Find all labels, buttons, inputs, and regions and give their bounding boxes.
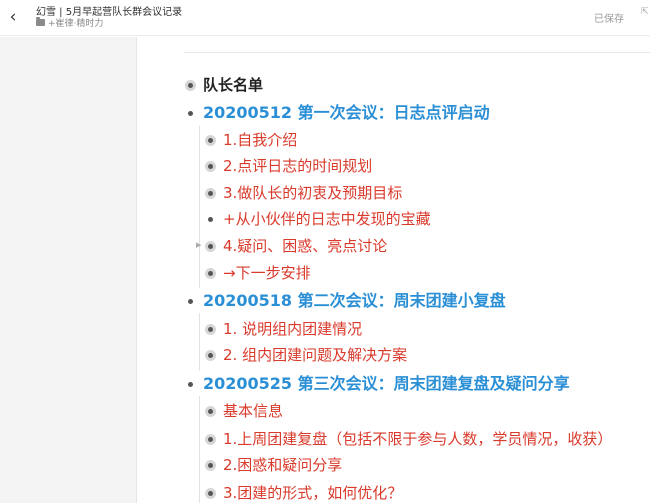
outline-item-text[interactable]: 2.点评日志的时间规划 [223,154,372,178]
indent-guide [199,313,200,371]
outline-item[interactable]: +从小伙伴的日志中发现的宝藏 [205,207,431,231]
outline-bullet-icon[interactable] [205,323,216,335]
outline-item-text[interactable]: 2.困惑和疑问分享 [223,453,342,477]
outline-item-text[interactable]: 1.上周团建复盘（包括不限于参与人数，学员情况，收获） [223,427,612,451]
outline-bullet-icon[interactable] [205,405,216,417]
document-path[interactable]: +崔律·精时力 [36,16,103,29]
outline-item-text[interactable]: 3.做队长的初衷及预期目标 [223,181,402,205]
back-chevron-icon[interactable]: ‹ [4,7,22,27]
left-sidebar [0,37,137,503]
outline-item[interactable]: 20200525 第三次会议：周末团建复盘及疑问分享 [185,371,570,397]
outline-item-text[interactable]: 1.自我介绍 [223,128,297,152]
indent-guide [199,396,200,503]
indent-guide [199,126,200,288]
outline-bullet-icon[interactable] [185,108,196,119]
outline-bullet-icon[interactable] [205,214,216,225]
outline-item-text[interactable]: 4.疑问、困惑、亮点讨论 [223,234,387,258]
outline-item-text[interactable]: 20200525 第三次会议：周末团建复盘及疑问分享 [203,372,570,396]
save-status: 已保存 [594,14,624,25]
outline-item[interactable]: →下一步安排 [205,261,311,285]
outline-bullet-icon[interactable] [205,487,216,499]
outline-bullet-icon[interactable] [205,459,216,471]
outline-item-text[interactable]: 20200512 第一次会议：日志点评启动 [203,101,490,125]
outline-item[interactable]: 4.疑问、困惑、亮点讨论 [205,234,387,258]
outline-item[interactable]: 1.自我介绍 [205,128,297,152]
top-bar: ‹ 幻雪 | 5月早起营队长群会议记录 +崔律·精时力 已保存 ⇱ [0,0,650,36]
content-divider [184,52,650,53]
outline-item-text[interactable]: 基本信息 [223,399,283,423]
outline-bullet-icon[interactable] [205,160,216,172]
outline-item[interactable]: 3.团建的形式，如何优化？ [205,481,402,503]
path-label: +崔律·精时力 [48,19,104,29]
outline-item[interactable]: 2.点评日志的时间规划 [205,154,372,178]
outline-item[interactable]: 基本信息 [205,399,283,423]
outline-item[interactable]: 1.上周团建复盘（包括不限于参与人数，学员情况，收获） [205,427,612,451]
outline-bullet-icon[interactable] [205,349,216,361]
outline-item-text[interactable]: 队长名单 [203,73,263,97]
outline-item[interactable]: 2. 组内团建问题及解决方案 [205,343,407,367]
outline-bullet-icon[interactable] [205,240,216,252]
outline-bullet-icon[interactable] [205,433,216,445]
outline-item[interactable]: 队长名单 [185,73,263,97]
outline-item[interactable]: 20200512 第一次会议：日志点评启动 [185,100,490,126]
outline-item[interactable]: 1. 说明组内团建情况 [205,317,362,341]
outline-bullet-icon[interactable] [185,296,196,307]
outline-item[interactable]: 3.做队长的初衷及预期目标 [205,181,402,205]
expand-arrow-icon[interactable]: ⇱ [641,7,649,17]
outline-bullet-icon[interactable] [185,79,196,91]
outline-item-text[interactable]: 1. 说明组内团建情况 [223,317,362,341]
outline-bullet-icon[interactable] [185,379,196,390]
outline-item-text[interactable]: 3.团建的形式，如何优化？ [223,481,402,503]
outline-item-text[interactable]: →下一步安排 [223,261,311,285]
outline-item[interactable]: 20200518 第二次会议：周末团建小复盘 [185,288,506,314]
outline-item[interactable]: 2.困惑和疑问分享 [205,453,342,477]
outline-item-text[interactable]: +从小伙伴的日志中发现的宝藏 [223,207,431,231]
outline-bullet-icon[interactable] [205,187,216,199]
outline-bullet-icon[interactable] [205,267,216,279]
folder-icon [36,17,45,26]
outline-item-text[interactable]: 20200518 第二次会议：周末团建小复盘 [203,289,506,313]
outline-bullet-icon[interactable] [205,134,216,146]
collapse-toggle-icon[interactable]: ▶ [196,241,201,249]
outline-item-text[interactable]: 2. 组内团建问题及解决方案 [223,343,407,367]
